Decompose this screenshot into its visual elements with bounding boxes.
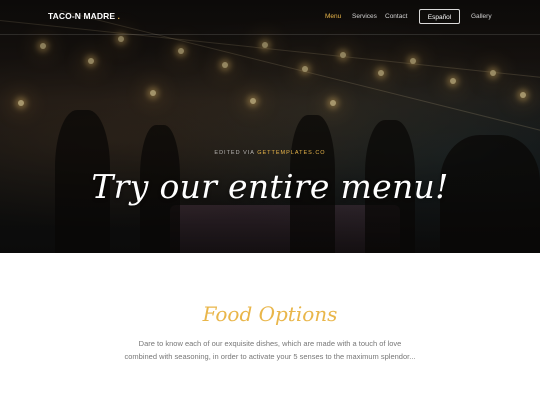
hero-kicker: EDITED VIA GETTEMPLATES.CO <box>0 150 540 156</box>
brand-name: TACO-N MADRE <box>48 11 116 21</box>
brand-dot: . <box>117 12 120 21</box>
section-description: Dare to know each of our exquisite dishe… <box>124 339 416 361</box>
language-button[interactable]: Español <box>419 9 460 24</box>
section-title: Food Options <box>202 302 338 326</box>
nav-link-menu[interactable]: Menu <box>325 13 341 20</box>
hero-title: Try our entire menu! <box>91 167 449 206</box>
top-navbar: TACO-N MADRE . Menu Services Contact Esp… <box>0 0 540 35</box>
brand-logo[interactable]: TACO-N MADRE . <box>48 11 120 21</box>
hero-kicker-text: EDITED VIA <box>214 150 258 156</box>
nav-link-services[interactable]: Services <box>352 13 377 20</box>
hero-kicker-link[interactable]: GETTEMPLATES.CO <box>257 150 325 156</box>
nav-link-contact[interactable]: Contact <box>385 13 407 20</box>
hero-banner: TACO-N MADRE . Menu Services Contact Esp… <box>0 0 540 253</box>
nav-link-gallery[interactable]: Gallery <box>471 13 492 20</box>
hero-overlay <box>0 0 540 253</box>
